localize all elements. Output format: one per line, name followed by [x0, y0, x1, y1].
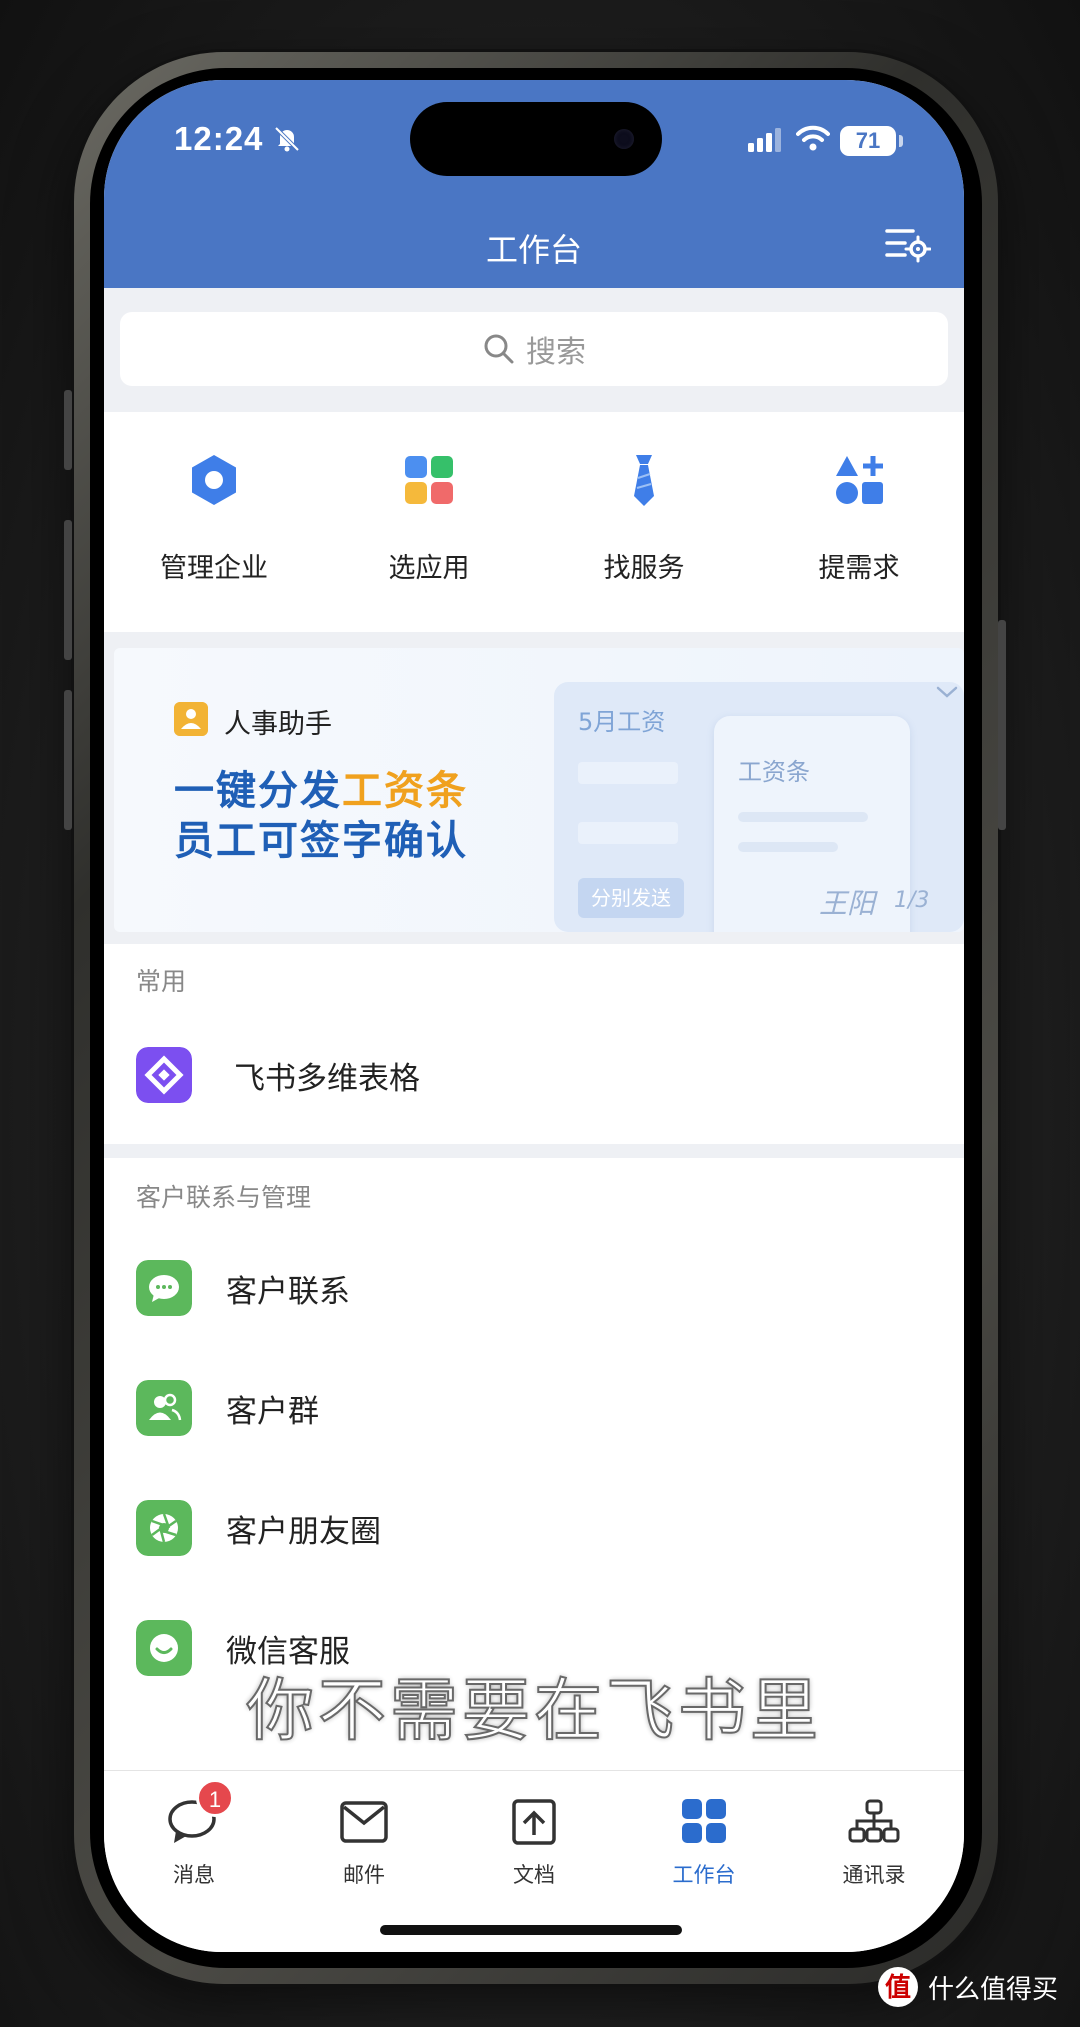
quick-action-choose-app[interactable]: 选应用 — [344, 452, 514, 585]
battery-tip — [899, 135, 903, 147]
section-common: 常用 飞书多维表格 — [104, 944, 964, 1144]
quick-actions: 管理企业 选应用 找服务 提需求 — [104, 412, 964, 632]
shapes-plus-icon — [836, 456, 883, 504]
section-title: 常用 — [136, 967, 187, 996]
tab-label: 邮件 — [343, 1863, 385, 1887]
unread-badge: 1 — [196, 1779, 234, 1817]
volume-down-button — [64, 690, 72, 830]
workbench-icon — [682, 1799, 726, 1843]
bitable-icon — [136, 1047, 192, 1103]
watermark-text: 什么值得买 — [927, 1974, 1058, 2005]
video-subtitle: 你不需要在飞书里 — [245, 1671, 822, 1752]
tie-icon — [634, 455, 654, 506]
quick-action-submit-request[interactable]: 提需求 — [774, 452, 944, 585]
search-input[interactable]: 搜索 — [120, 312, 948, 386]
watermark: 值 什么值得买 — [877, 1967, 1058, 2007]
illustration-send-button: 分别发送 — [578, 878, 684, 918]
illustration-row — [578, 762, 678, 784]
chat-bubble-icon — [136, 1260, 192, 1316]
tab-messages[interactable]: 1 消息 — [124, 1779, 264, 1889]
tab-label: 消息 — [173, 1863, 215, 1887]
watermark-logo-icon: 值 — [877, 1967, 918, 2007]
signal-icon — [748, 128, 781, 152]
quick-action-manage-enterprise[interactable]: 管理企业 — [129, 452, 299, 585]
banner-area: 人事助手 一键分发工资条 员工可签字确认 5月工资 分别发送 工资条 王阳 1/… — [104, 632, 964, 944]
quick-action-find-service[interactable]: 找服务 — [559, 452, 729, 585]
tab-workbench[interactable]: 工作台 — [634, 1797, 774, 1889]
quick-action-label: 管理企业 — [160, 553, 268, 584]
hr-assistant-icon — [174, 702, 208, 736]
app-label: 客户朋友圈 — [226, 1513, 381, 1550]
list-settings-icon[interactable] — [883, 223, 931, 263]
app-item-customer-contact[interactable]: 客户联系 — [104, 1233, 964, 1343]
group-icon — [136, 1380, 192, 1436]
illustration-card-title: 工资条 — [738, 758, 810, 786]
banner-headline-2: 员工可签字确认 — [174, 818, 468, 864]
banner-illustration: 5月工资 分别发送 工资条 王阳 1/3 — [554, 682, 964, 932]
bottom-tab-bar: 1 消息 邮件 文档 工作台 通讯录 — [104, 1770, 964, 1952]
chevron-down-icon[interactable] — [934, 682, 960, 702]
battery-indicator: 71 — [840, 126, 896, 156]
tab-mail[interactable]: 邮件 — [294, 1797, 434, 1889]
banner-subtitle: 人事助手 — [224, 709, 332, 740]
app-grid-icon — [405, 456, 453, 504]
doc-icon — [512, 1799, 556, 1845]
illustration-title: 5月工资 — [578, 708, 666, 736]
section-title: 客户联系与管理 — [136, 1183, 312, 1212]
app-item-customer-group[interactable]: 客户群 — [104, 1353, 964, 1463]
contacts-icon — [848, 1799, 900, 1843]
illustration-bar — [738, 812, 868, 822]
power-button — [998, 620, 1006, 830]
search-placeholder: 搜索 — [526, 335, 586, 370]
hexagon-icon — [192, 455, 236, 505]
volume-up-button — [64, 520, 72, 660]
mail-icon — [340, 1801, 388, 1843]
quick-action-label: 找服务 — [603, 553, 685, 584]
aperture-icon — [136, 1500, 192, 1556]
bell-muted-icon — [274, 126, 300, 152]
home-indicator — [380, 1925, 682, 1935]
mute-switch — [64, 390, 72, 470]
dynamic-island — [410, 102, 662, 176]
banner-page-indicator: 1/3 — [894, 888, 930, 913]
app-item-customer-moments[interactable]: 客户朋友圈 — [104, 1473, 964, 1583]
tab-docs[interactable]: 文档 — [464, 1797, 604, 1889]
illustration-row — [578, 822, 678, 844]
page-title: 工作台 — [485, 231, 582, 269]
quick-action-label: 提需求 — [818, 553, 900, 584]
search-icon — [484, 334, 514, 364]
illustration-card: 工资条 — [714, 716, 910, 932]
app-header: 12:24 71 工作台 — [104, 80, 964, 288]
search-area: 搜索 — [104, 288, 964, 412]
section-divider — [104, 1144, 964, 1158]
app-label: 客户联系 — [226, 1273, 350, 1310]
app-label: 飞书多维表格 — [234, 1060, 420, 1097]
wifi-icon — [796, 125, 830, 151]
status-time: 12:24 — [174, 120, 264, 157]
app-label: 客户群 — [226, 1393, 319, 1430]
tab-label: 文档 — [513, 1863, 555, 1887]
illustration-bar — [738, 842, 838, 852]
promo-banner[interactable]: 人事助手 一键分发工资条 员工可签字确认 5月工资 分别发送 工资条 王阳 1/… — [114, 648, 964, 932]
tab-label: 通讯录 — [842, 1863, 906, 1887]
illustration-signature: 王阳 — [819, 887, 876, 920]
tab-contacts[interactable]: 通讯录 — [804, 1797, 944, 1889]
tab-label: 工作台 — [672, 1863, 736, 1887]
status-bar: 12:24 71 — [104, 80, 964, 200]
quick-action-label: 选应用 — [388, 553, 470, 584]
app-item-bitable[interactable]: 飞书多维表格 — [104, 1020, 964, 1130]
